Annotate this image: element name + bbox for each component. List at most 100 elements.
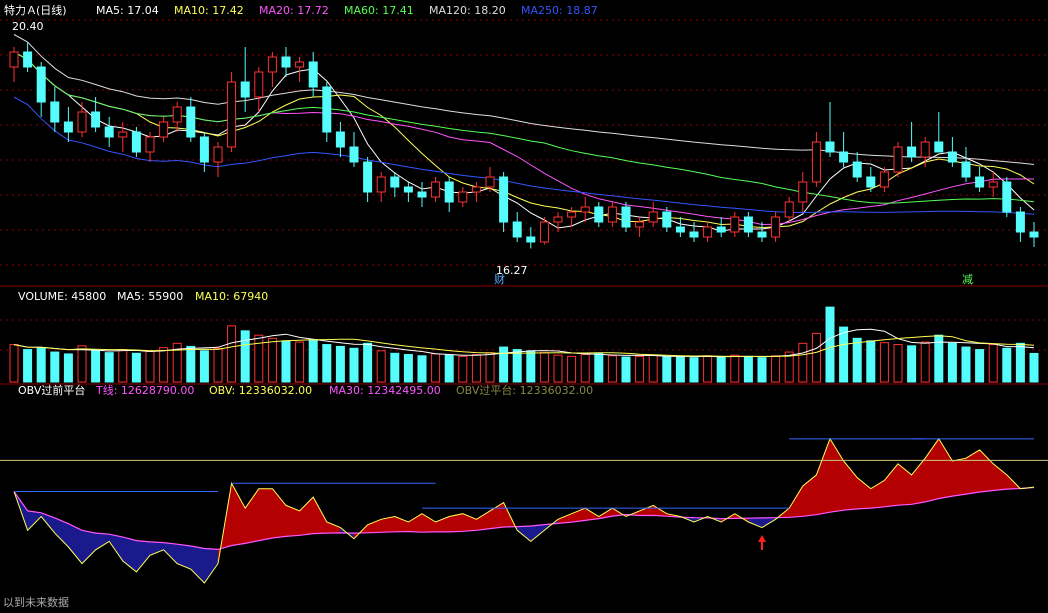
- candle-body: [417, 191, 427, 198]
- candle-body: [512, 221, 522, 238]
- volume-bar: [526, 350, 536, 383]
- candle-body: [648, 211, 658, 223]
- candle-body: [254, 71, 264, 98]
- candle-body: [607, 206, 617, 223]
- obv-title: OBV过前平台: [18, 383, 85, 397]
- volume-bar: [159, 347, 169, 383]
- candle-body: [703, 226, 713, 238]
- obv-fill: [911, 457, 926, 505]
- header-item-4: MA120: 18.20: [429, 4, 506, 17]
- candle-body: [757, 231, 767, 238]
- obv-header: OBV过前平台 T线: 12628790.00 OBV: 12336032.00 M…: [18, 383, 593, 397]
- volume-bar: [798, 342, 808, 383]
- candle-body: [771, 216, 781, 238]
- obv-fill: [163, 542, 178, 565]
- volume-bar: [213, 347, 223, 383]
- candle-body: [499, 176, 509, 223]
- candle-body: [553, 216, 563, 223]
- volume-bar: [567, 355, 577, 383]
- volume-bar: [9, 344, 19, 383]
- obv-fill: [421, 513, 436, 533]
- volume-bar: [349, 347, 359, 383]
- candle-body: [159, 121, 169, 138]
- header-item-0: MA5: 17.04: [96, 4, 159, 17]
- stock-chart: 特力Ａ (日线) MA5: 17.04 MA10: 17.42 MA20: 17.7…: [0, 3, 1048, 609]
- candle-body: [689, 231, 699, 238]
- volume-pane: [9, 306, 1039, 383]
- volume-bar: [240, 330, 250, 383]
- volume-bar: [444, 354, 454, 383]
- candle-body: [1015, 211, 1025, 233]
- candle-body: [852, 161, 862, 178]
- volume-bar: [199, 350, 209, 383]
- obv-fill: [244, 487, 260, 544]
- candle-body: [186, 106, 196, 138]
- candle-body: [50, 101, 60, 123]
- obv-fill: [108, 533, 124, 562]
- volume-bar: [580, 354, 590, 383]
- volume-bar: [920, 341, 930, 383]
- volume-bar: [730, 354, 740, 383]
- volume-bar: [376, 350, 386, 383]
- volume-bar: [335, 345, 345, 383]
- obv-fill: [897, 463, 912, 506]
- volume-bar: [947, 342, 957, 383]
- candle-body: [635, 221, 645, 228]
- header-item-3: OBV过平台: 12336032.00: [456, 383, 593, 397]
- candle-body: [281, 56, 291, 68]
- volume-bar: [757, 357, 767, 383]
- header-item-1: OBV: 12336032.00: [209, 384, 312, 397]
- obv-fill: [856, 477, 872, 510]
- volume-bar: [635, 355, 645, 383]
- obv-fill: [802, 474, 817, 517]
- volume-bar: [458, 355, 468, 383]
- candle-body: [811, 141, 821, 183]
- candle-body: [63, 121, 73, 133]
- volume-bar: [186, 345, 196, 383]
- obv-fill: [952, 457, 967, 497]
- volume-bar: [743, 355, 753, 383]
- obv-fill: [408, 513, 423, 533]
- obv-fill: [476, 510, 491, 531]
- obv-fill: [95, 532, 110, 551]
- volume-bar: [23, 349, 33, 383]
- volume-bar: [961, 346, 971, 383]
- candle-body: [77, 111, 87, 133]
- obv-fill: [326, 521, 341, 534]
- header-item-2: MA20: 17.72: [259, 4, 329, 17]
- candle-body: [104, 126, 114, 138]
- obv-fill: [272, 487, 287, 539]
- footer-note: 以到未来数据: [3, 595, 69, 609]
- volume-bar: [607, 355, 617, 383]
- price-header: 特力Ａ (日线) MA5: 17.04 MA10: 17.42 MA20: 17.7…: [4, 3, 598, 17]
- candle-body: [961, 161, 971, 178]
- obv-fill: [149, 541, 164, 556]
- volume-bar: [675, 356, 685, 383]
- volume-bar: [118, 349, 128, 383]
- obv-fill: [231, 483, 246, 546]
- volume-bar: [703, 355, 713, 383]
- volume-bar: [131, 352, 141, 383]
- volume-bar: [50, 351, 60, 383]
- ma-line-ma120: [13, 34, 1035, 165]
- candle-body: [879, 171, 889, 188]
- obv-fill: [843, 460, 858, 511]
- volume-bar: [512, 349, 522, 383]
- volume-bar: [403, 354, 413, 383]
- event-marker-jian: 减: [962, 273, 973, 286]
- candle-body: [580, 206, 590, 213]
- header-item-0: T线: 12628790.00: [95, 383, 194, 397]
- candle-body: [131, 131, 141, 153]
- candle-body: [975, 176, 985, 188]
- volume-bar: [716, 356, 726, 383]
- candle-body: [9, 51, 19, 68]
- candle-body: [1002, 181, 1012, 213]
- header-item-5: MA250: 18.87: [521, 4, 598, 17]
- ma-line-ma5: [13, 51, 1035, 232]
- volume-bar: [363, 342, 373, 383]
- volume-bar: [431, 353, 441, 383]
- candle-body: [390, 176, 400, 188]
- volume-bar: [91, 350, 101, 383]
- volume-bar: [975, 349, 985, 383]
- obv-fill: [530, 524, 545, 542]
